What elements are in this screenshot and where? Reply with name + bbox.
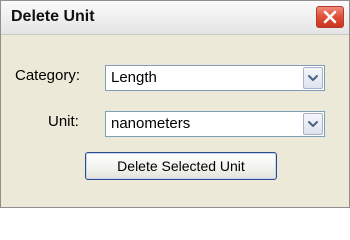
dialog-body: Category: Length Unit: nanometers Delete…	[2, 36, 348, 206]
unit-dropdown-toggle[interactable]	[303, 113, 323, 135]
category-selected-value: Length	[111, 69, 157, 86]
category-dropdown[interactable]: Length	[105, 65, 325, 91]
delete-unit-dialog: Delete Unit Category: Length Unit: nanom…	[0, 0, 350, 208]
title-bar[interactable]: Delete Unit	[1, 1, 349, 35]
unit-dropdown[interactable]: nanometers	[105, 111, 325, 137]
chevron-down-icon	[308, 75, 318, 81]
category-dropdown-toggle[interactable]	[303, 67, 323, 89]
close-button[interactable]	[316, 6, 344, 28]
category-label: Category:	[15, 67, 81, 84]
unit-selected-value: nanometers	[111, 115, 191, 132]
delete-selected-unit-button[interactable]: Delete Selected Unit	[85, 152, 277, 180]
chevron-down-icon	[308, 121, 318, 127]
close-x-icon	[323, 10, 337, 24]
window-title: Delete Unit	[11, 8, 95, 25]
unit-label: Unit:	[48, 113, 79, 130]
